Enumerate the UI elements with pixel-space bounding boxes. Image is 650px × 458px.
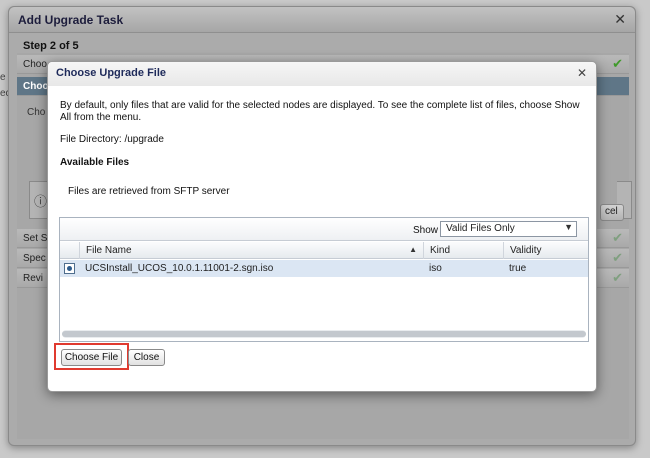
column-header-validity[interactable]: Validity (503, 242, 590, 259)
file-validity-cell: true (509, 263, 527, 274)
wizard-step-label: Choo (23, 81, 49, 92)
show-filter-select[interactable]: Valid Files Only ▼ (440, 221, 577, 237)
wizard-step-label: Set S (23, 233, 48, 244)
cancel-button[interactable]: cel (600, 204, 624, 221)
wizard-step-label: Spec (23, 253, 46, 264)
table-row[interactable]: UCSInstall_UCOS_10.0.1.11001-2.sgn.iso i… (60, 260, 588, 277)
modal-header: Choose Upgrade File ✕ (48, 62, 596, 86)
choose-upgrade-file-dialog: Choose Upgrade File ✕ By default, only f… (47, 61, 597, 392)
dropdown-arrow-icon: ▼ (564, 222, 573, 232)
select-column-header (60, 242, 79, 259)
scrollbar-thumb[interactable] (62, 331, 586, 337)
outer-dialog-header: Add Upgrade Task ✕ (9, 7, 635, 33)
close-button[interactable]: Close (128, 349, 165, 366)
choose-file-button[interactable]: Choose File (61, 349, 122, 366)
column-header-label: Validity (510, 245, 542, 256)
checkmark-icon: ✔ (612, 250, 623, 265)
available-files-heading: Available Files (60, 157, 130, 168)
show-filter-value: Valid Files Only (446, 223, 515, 234)
outer-close-icon[interactable]: ✕ (614, 11, 626, 28)
column-header-label: File Name (86, 245, 132, 256)
file-name-cell: UCSInstall_UCOS_10.0.1.11001-2.sgn.iso (85, 263, 274, 274)
background-edge-text: e (0, 72, 6, 83)
horizontal-scrollbar[interactable] (62, 330, 586, 338)
file-directory-label: File Directory: /upgrade (60, 134, 164, 145)
table-toolbar: Show Valid Files Only ▼ (60, 218, 588, 241)
modal-description: By default, only files that are valid fo… (60, 100, 580, 123)
files-table: Show Valid Files Only ▼ File Name ▲ Kind… (59, 217, 589, 342)
wizard-step-label: Revi (23, 273, 44, 284)
file-kind-cell: iso (429, 263, 442, 274)
radio-selected-icon[interactable] (64, 263, 75, 274)
modal-title: Choose Upgrade File (56, 67, 167, 79)
checkmark-icon: ✔ (612, 270, 623, 285)
files-source-note: Files are retrieved from SFTP server (68, 186, 230, 197)
column-header-kind[interactable]: Kind (423, 242, 503, 259)
wizard-step-indicator: Step 2 of 5 (23, 40, 79, 52)
column-header-file-name[interactable]: File Name ▲ (79, 242, 423, 259)
info-icon: ⓘ (34, 194, 48, 209)
wizard-field-label: Cho (27, 107, 46, 118)
wizard-step-label: Choo (23, 59, 47, 70)
close-icon[interactable]: ✕ (577, 66, 587, 80)
outer-dialog-title: Add Upgrade Task (18, 13, 124, 27)
checkmark-icon: ✔ (612, 230, 623, 245)
table-header: File Name ▲ Kind Validity (60, 242, 588, 259)
sort-ascending-icon: ▲ (409, 245, 417, 254)
column-header-label: Kind (430, 245, 451, 256)
show-filter-label: Show (413, 225, 439, 236)
checkmark-icon: ✔ (612, 56, 623, 71)
